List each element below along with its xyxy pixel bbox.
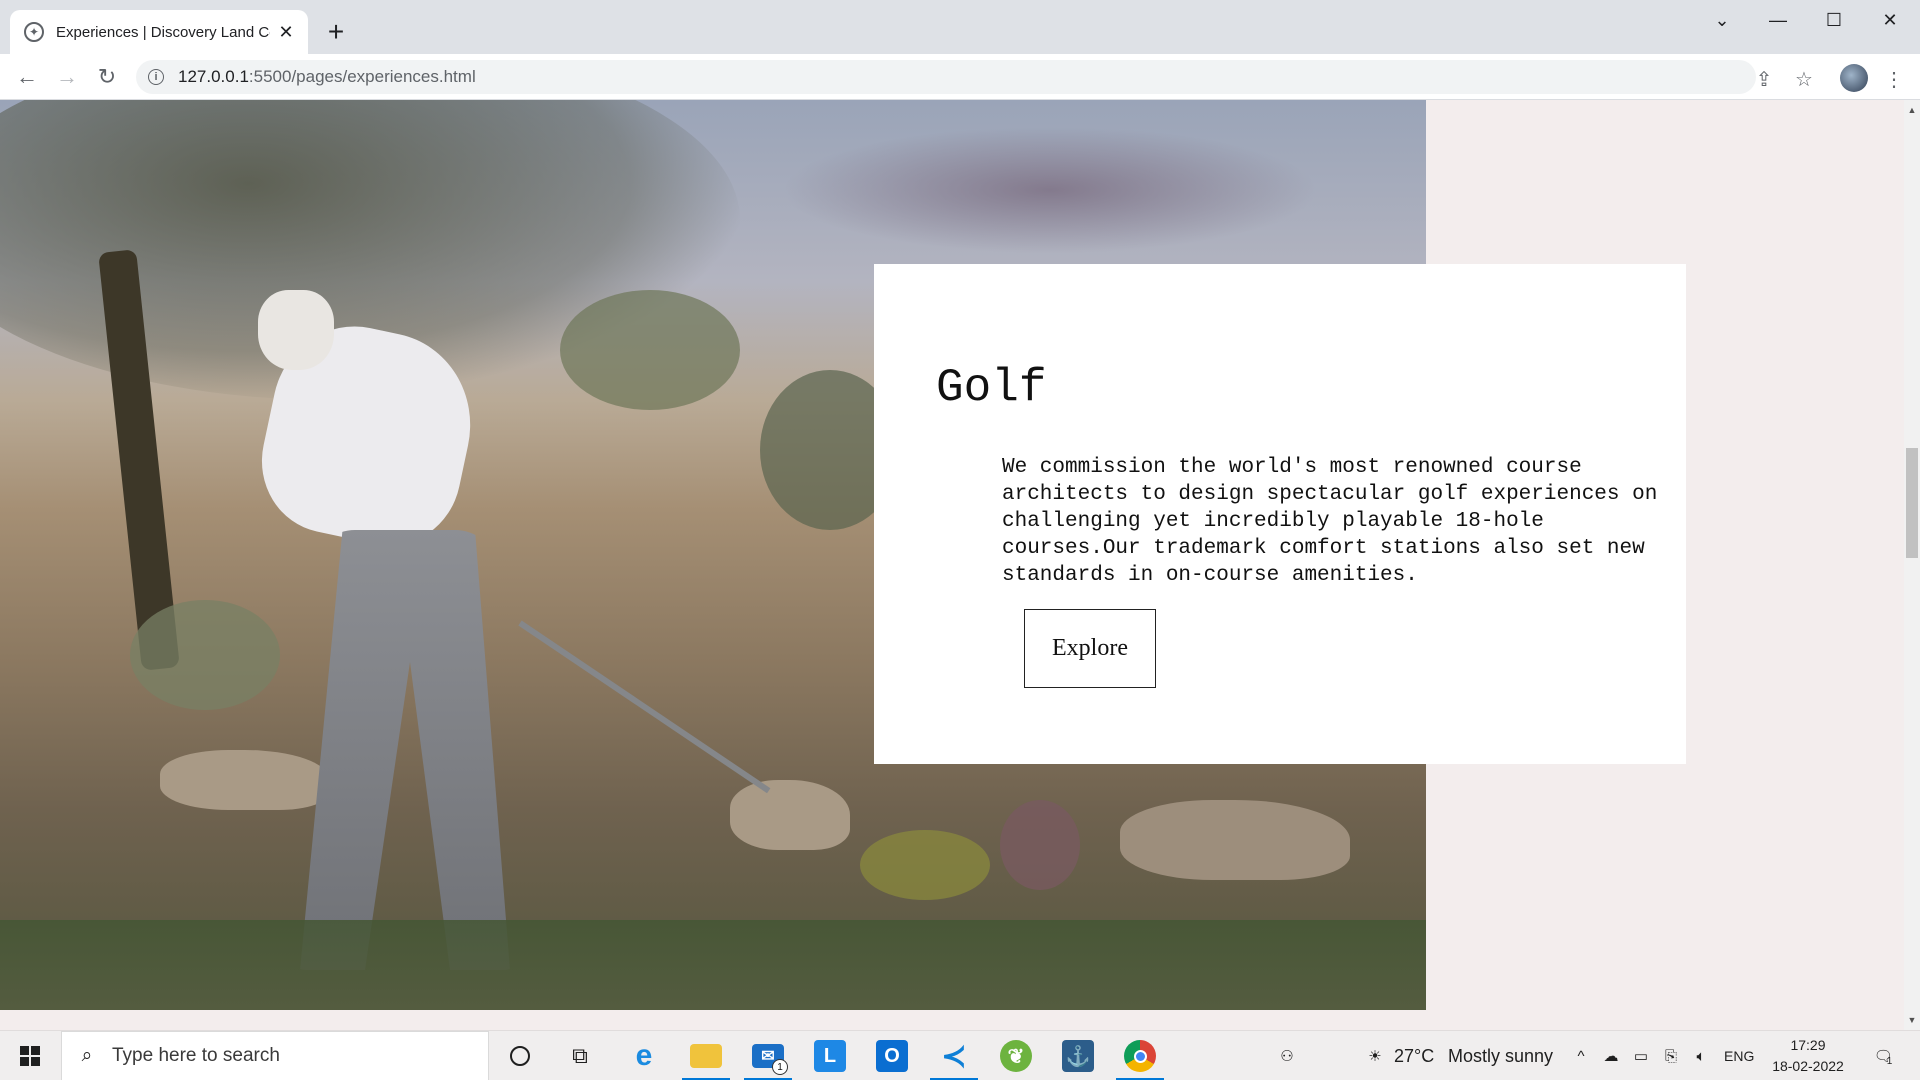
rock [1120, 800, 1350, 880]
cortana-icon[interactable] [490, 1031, 550, 1080]
tab-title: Experiences | Discovery Land Co [56, 23, 270, 41]
page-scrollbar[interactable]: ▲ ▼ [1904, 100, 1920, 1030]
weather-icon[interactable]: ☀ [1364, 1045, 1386, 1067]
search-icon: ⌕ [81, 1045, 93, 1066]
volume-icon[interactable]: 🔈︎ [1690, 1045, 1712, 1067]
mail-icon[interactable]: ✉ 1 [738, 1031, 798, 1080]
forward-icon[interactable]: → [52, 62, 82, 92]
plus-icon[interactable]: + [322, 14, 350, 50]
clock[interactable]: 17:29 18-02-2022 [1766, 1035, 1850, 1077]
task-view-icon[interactable]: ⧉ [550, 1031, 610, 1080]
battery-icon[interactable]: ▭ [1630, 1045, 1652, 1067]
share-icon[interactable]: ⇪ [1751, 66, 1777, 92]
chrome-icon[interactable] [1110, 1031, 1170, 1080]
back-icon[interactable]: ← [12, 62, 42, 92]
shrub [560, 290, 740, 410]
maximize-icon[interactable]: ☐ [1806, 0, 1862, 40]
weather-condition[interactable]: Mostly sunny [1448, 1031, 1553, 1080]
avatar[interactable] [1840, 64, 1868, 92]
cloud-icon[interactable]: ☁ [1600, 1045, 1622, 1067]
taskbar-search-box[interactable]: ⌕ Type here to search [61, 1031, 489, 1080]
weather-temp[interactable]: 27°C [1394, 1031, 1434, 1080]
chevron-down-icon[interactable]: ⌄ [1694, 0, 1750, 40]
rock [730, 780, 850, 850]
file-explorer-icon[interactable] [676, 1031, 736, 1080]
url-text: 127.0.0.1:5500/pages/experiences.html [178, 67, 476, 87]
card-description: We commission the world's most renowned … [1002, 456, 1658, 587]
golfer-cap [258, 290, 334, 370]
flowering-bush [860, 830, 990, 900]
url-host: 127.0.0.1 [178, 67, 249, 86]
start-button[interactable] [0, 1031, 60, 1080]
chevron-up-icon[interactable]: ^ [1570, 1045, 1592, 1067]
reload-icon[interactable]: ↻ [92, 62, 122, 92]
scroll-thumb[interactable] [1906, 448, 1918, 558]
meet-now-icon[interactable]: ⎘ [1660, 1045, 1682, 1067]
outlook-icon[interactable]: O [862, 1031, 922, 1080]
experience-card: Golf We commission the world's most reno… [874, 264, 1686, 764]
search-placeholder: Type here to search [112, 1045, 280, 1066]
vscode-icon[interactable]: ≺ [924, 1031, 984, 1080]
windows-logo-icon [20, 1046, 40, 1066]
clock-date: 18-02-2022 [1772, 1058, 1844, 1074]
browser-toolbar: ← → ↻ i 127.0.0.1:5500/pages/experiences… [0, 54, 1920, 100]
language-indicator[interactable]: ENG [1724, 1031, 1754, 1080]
card-title: Golf [936, 362, 1047, 414]
close-icon[interactable]: ✕ [276, 22, 296, 43]
golfer-legs [300, 530, 510, 970]
grass-ground [0, 920, 1426, 1010]
notification-icon[interactable]: 🗨︎ 1 [1868, 1045, 1898, 1067]
notification-count: 1 [1886, 1055, 1893, 1067]
mail-badge: 1 [772, 1059, 788, 1075]
browser-tab-strip: ✦ Experiences | Discovery Land Co ✕ + ⌄ … [0, 0, 1920, 54]
rock [160, 750, 330, 810]
kebab-menu-icon[interactable]: ⋮ [1881, 66, 1907, 92]
agave-plant [130, 600, 280, 710]
browser-tab[interactable]: ✦ Experiences | Discovery Land Co ✕ [10, 10, 308, 54]
app-l-icon[interactable]: L [800, 1031, 860, 1080]
clock-time: 17:29 [1790, 1037, 1826, 1053]
page-viewport: Golf We commission the world's most reno… [0, 100, 1904, 1010]
windows-taskbar: ⌕ Type here to search ⧉ e ✉ 1 L O ≺ ❦ ⚓ ⚇… [0, 1030, 1920, 1080]
scroll-up-arrow-icon[interactable]: ▲ [1904, 102, 1920, 118]
star-icon[interactable]: ☆ [1791, 66, 1817, 92]
minimize-icon[interactable]: — [1750, 0, 1806, 40]
globe-icon: ✦ [24, 22, 44, 42]
info-icon[interactable]: i [148, 69, 164, 85]
url-path: :5500/pages/experiences.html [248, 67, 476, 86]
mysql-workbench-icon[interactable]: ⚓ [1048, 1031, 1108, 1080]
barrel-cactus [1000, 800, 1080, 890]
explore-button[interactable]: Explore [1024, 609, 1156, 688]
address-bar[interactable]: i 127.0.0.1:5500/pages/experiences.html [136, 60, 1756, 94]
spring-tool-icon[interactable]: ❦ [986, 1031, 1046, 1080]
edge-icon[interactable]: e [614, 1031, 674, 1080]
people-icon[interactable]: ⚇ [1276, 1045, 1298, 1067]
scroll-down-arrow-icon[interactable]: ▼ [1904, 1012, 1920, 1028]
close-window-icon[interactable]: ✕ [1862, 0, 1918, 40]
golf-club [518, 620, 771, 794]
